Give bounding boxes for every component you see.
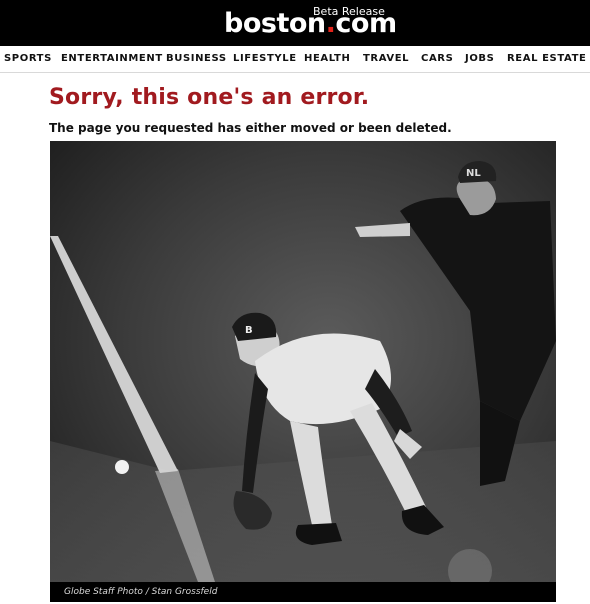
nav-entertainment[interactable]: ENTERTAINMENT [61,53,163,65]
nav-business[interactable]: BUSINESS [166,53,227,65]
error-title: Sorry, this one's an error. [49,85,370,110]
site-header: boston.com Beta Release [0,0,590,46]
baseball-photo-illustration: NL B [50,141,556,582]
svg-text:B: B [245,325,253,336]
photo-caption-bar: Globe Staff Photo / Stan Grossfeld [50,582,556,602]
beta-release-label: Beta Release [313,5,385,18]
svg-text:NL: NL [466,168,481,179]
nav-travel[interactable]: TRAVEL [363,53,409,65]
nav-health[interactable]: HEALTH [304,53,350,65]
nav-real-estate[interactable]: REAL ESTATE [507,53,586,65]
nav-cars[interactable]: CARS [421,53,453,65]
nav-sports[interactable]: SPORTS [4,53,52,65]
error-photo: NL B [50,141,556,582]
nav-lifestyle[interactable]: LIFESTYLE [233,53,297,65]
nav-jobs[interactable]: JOBS [465,53,494,65]
photo-caption: Globe Staff Photo / Stan Grossfeld [64,587,218,597]
error-subtitle: The page you requested has either moved … [49,121,452,135]
main-nav: SPORTS ENTERTAINMENT BUSINESS LIFESTYLE … [0,46,590,73]
logo-text: boston [224,8,326,39]
